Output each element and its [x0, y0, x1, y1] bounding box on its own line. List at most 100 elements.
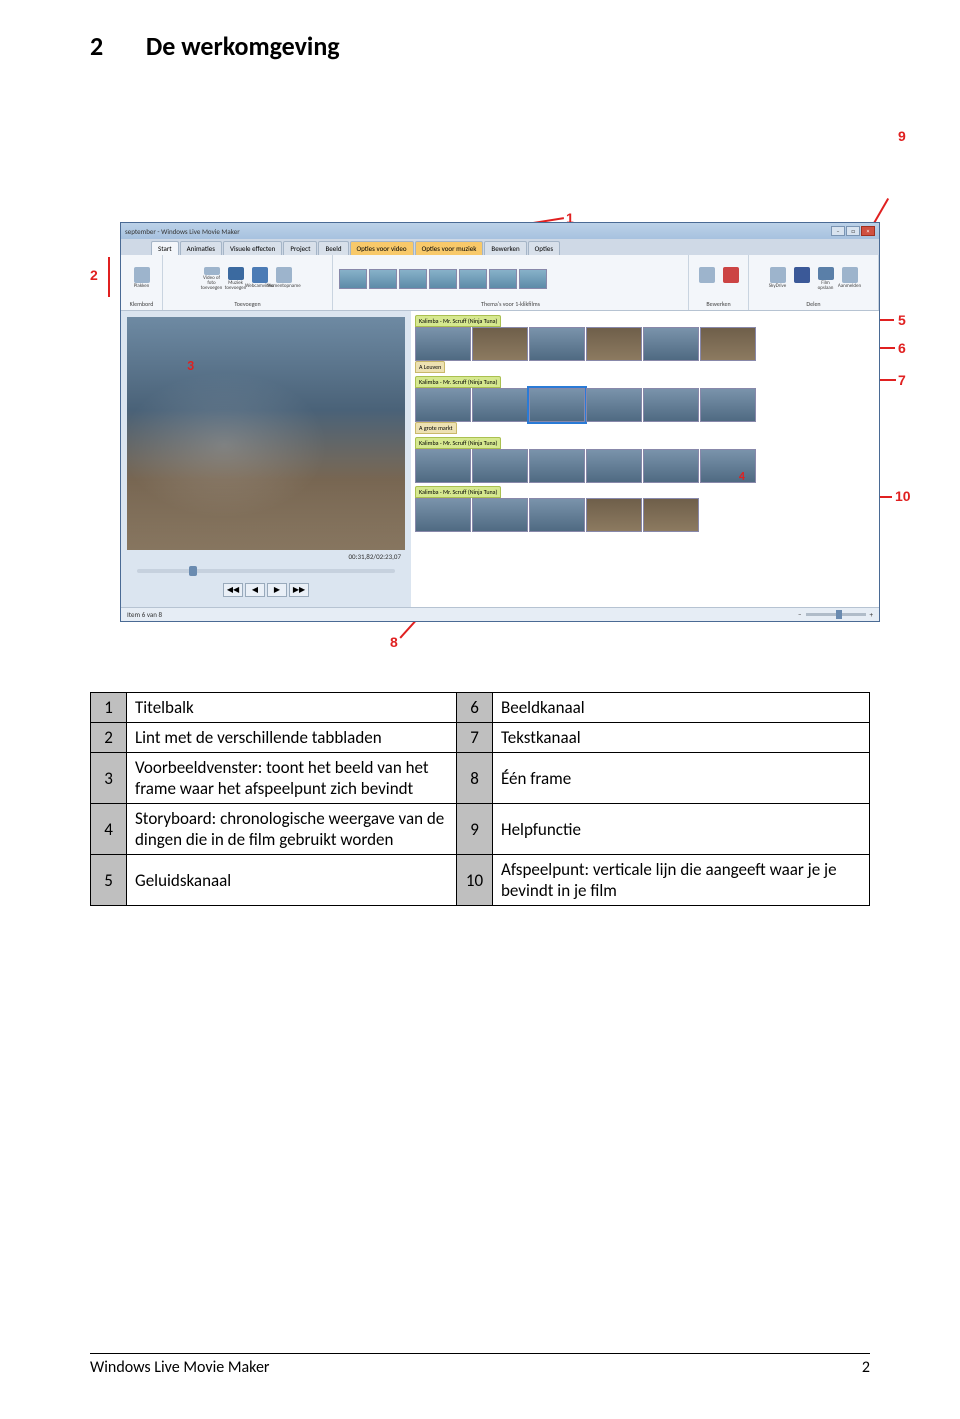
add-music-button[interactable]: Muziek toevoegen [226, 267, 246, 291]
storyboard-frame[interactable] [415, 388, 471, 422]
storyboard-frame[interactable] [643, 327, 699, 361]
tab-bewerken[interactable]: Bewerken [484, 241, 526, 255]
theme-thumb[interactable] [519, 269, 547, 289]
window-buttons: – □ × [831, 226, 875, 236]
theme-thumb[interactable] [489, 269, 517, 289]
tab-opties[interactable]: Opties [528, 241, 560, 255]
legend-number: 4 [91, 804, 127, 855]
footer-page-number: 2 [862, 1358, 870, 1377]
legend-number: 10 [457, 855, 493, 906]
storyboard-frame[interactable] [529, 449, 585, 483]
music-track-label[interactable]: Kalimba - Mr. Scruff (Ninja Tuna) [415, 315, 501, 327]
ribbon-group-delen: SkyDrive Film opslaan Aanmelden Delen [749, 255, 879, 310]
ribbon-group-themas-label: Thema's voor 1-klikfilms [337, 300, 684, 308]
callout-9: 9 [898, 128, 906, 144]
ribbon-group-bewerken-label: Bewerken [693, 300, 744, 308]
storyboard-frame[interactable] [472, 498, 528, 532]
section-heading: 2 De werkomgeving [90, 30, 870, 62]
track-3: Kalimba - Mr. Scruff (Ninja Tuna) 4 [415, 437, 875, 483]
theme-thumb[interactable] [429, 269, 457, 289]
legend-number: 2 [91, 723, 127, 753]
caption-label[interactable]: A Leuven [415, 361, 445, 373]
paste-button[interactable]: Plakken [132, 267, 152, 291]
zoom-slider[interactable] [806, 613, 866, 616]
tab-beeld[interactable]: Beeld [318, 241, 348, 255]
storyboard-frame[interactable] [586, 388, 642, 422]
save-movie-button[interactable]: Film opslaan [816, 267, 836, 291]
storyboard-frame[interactable] [415, 498, 471, 532]
storyboard-frame[interactable] [700, 327, 756, 361]
table-row: 1 Titelbalk 6 Beeldkanaal [91, 693, 870, 723]
add-video-photo-button[interactable]: Video of foto toevoegen [202, 267, 222, 291]
storyboard-frame[interactable] [415, 449, 471, 483]
prev-frame-button[interactable]: ◀◀ [223, 583, 243, 597]
storyboard-frame[interactable] [643, 388, 699, 422]
tab-project[interactable]: Project [283, 241, 317, 255]
storyboard-frame[interactable] [700, 388, 756, 422]
tab-animaties[interactable]: Animaties [180, 241, 222, 255]
close-button[interactable]: × [861, 226, 875, 236]
storyboard-frame[interactable] [529, 327, 585, 361]
callout-8: 8 [390, 634, 398, 650]
caption-label[interactable]: A grote markt [415, 422, 457, 434]
storyboard-frame[interactable] [643, 498, 699, 532]
legend-desc: Voorbeeldvenster: toont het beeld van he… [127, 753, 457, 804]
minimize-button[interactable]: – [831, 226, 845, 236]
theme-thumb[interactable] [399, 269, 427, 289]
annotated-screenshot: 9 1 2 5 6 7 10 8 september - Windows Liv… [90, 122, 910, 652]
ribbon-group-klembord-label: Klembord [125, 300, 158, 308]
storyboard-frame[interactable] [472, 327, 528, 361]
zoom-in-icon[interactable]: + [870, 610, 874, 619]
rotate-left-icon[interactable] [697, 267, 717, 291]
storyboard-frame[interactable]: 4 [700, 449, 756, 483]
zoom-out-icon[interactable]: – [798, 610, 802, 619]
storyboard-frame[interactable] [529, 388, 585, 422]
tab-start[interactable]: Start [151, 241, 179, 255]
callout-4: 4 [739, 470, 745, 484]
storyboard-frame[interactable] [586, 498, 642, 532]
prev-button[interactable]: ◀ [245, 583, 265, 597]
theme-thumb[interactable] [369, 269, 397, 289]
tab-opties-video[interactable]: Opties voor video [350, 241, 414, 255]
theme-thumb[interactable] [459, 269, 487, 289]
music-track-label[interactable]: Kalimba - Mr. Scruff (Ninja Tuna) [415, 437, 501, 449]
facebook-button[interactable] [792, 267, 812, 291]
maximize-button[interactable]: □ [846, 226, 860, 236]
app-window: september - Windows Live Movie Maker – □… [120, 222, 880, 622]
legend-desc: Lint met de verschillende tabbladen [127, 723, 457, 753]
timecode: 00:31,82/02:23,07 [127, 550, 405, 563]
status-bar: Item 6 van 8 – + [121, 607, 879, 621]
heading-title: De werkomgeving [146, 30, 340, 62]
ribbon-group-themas: Thema's voor 1-klikfilms [333, 255, 689, 310]
theme-thumb[interactable] [339, 269, 367, 289]
legend-number: 6 [457, 693, 493, 723]
legend-desc: Één frame [493, 753, 870, 804]
music-track-label[interactable]: Kalimba - Mr. Scruff (Ninja Tuna) [415, 486, 501, 498]
next-frame-button[interactable]: ▶▶ [289, 583, 309, 597]
skydrive-button[interactable]: SkyDrive [768, 267, 788, 291]
delete-icon[interactable] [721, 267, 741, 291]
play-button[interactable]: ▶ [267, 583, 287, 597]
storyboard-frame[interactable] [529, 498, 585, 532]
legend-desc: Helpfunctie [493, 804, 870, 855]
legend-desc: Tekstkanaal [493, 723, 870, 753]
legend-number: 8 [457, 753, 493, 804]
storyboard-frame[interactable] [586, 327, 642, 361]
storyboard-frame[interactable] [643, 449, 699, 483]
storyboard-frame[interactable] [472, 388, 528, 422]
storyboard-pane: Kalimba - Mr. Scruff (Ninja Tuna) A Leuv… [411, 311, 879, 607]
snapshot-button[interactable]: Momentopname [274, 267, 294, 291]
signin-button[interactable]: Aanmelden [840, 267, 860, 291]
legend-desc: Afspeelpunt: verticale lijn die aangeeft… [493, 855, 870, 906]
music-track-label[interactable]: Kalimba - Mr. Scruff (Ninja Tuna) [415, 376, 501, 388]
heading-number: 2 [90, 30, 140, 62]
legend-number: 9 [457, 804, 493, 855]
storyboard-frame[interactable] [472, 449, 528, 483]
tab-opties-muziek[interactable]: Opties voor muziek [415, 241, 484, 255]
storyboard-frame[interactable] [415, 327, 471, 361]
storyboard-frame[interactable] [586, 449, 642, 483]
callout-10: 10 [895, 488, 911, 504]
seek-slider[interactable] [137, 569, 395, 573]
callout-2: 2 [90, 267, 98, 283]
tab-visuele-effecten[interactable]: Visuele effecten [223, 241, 282, 255]
